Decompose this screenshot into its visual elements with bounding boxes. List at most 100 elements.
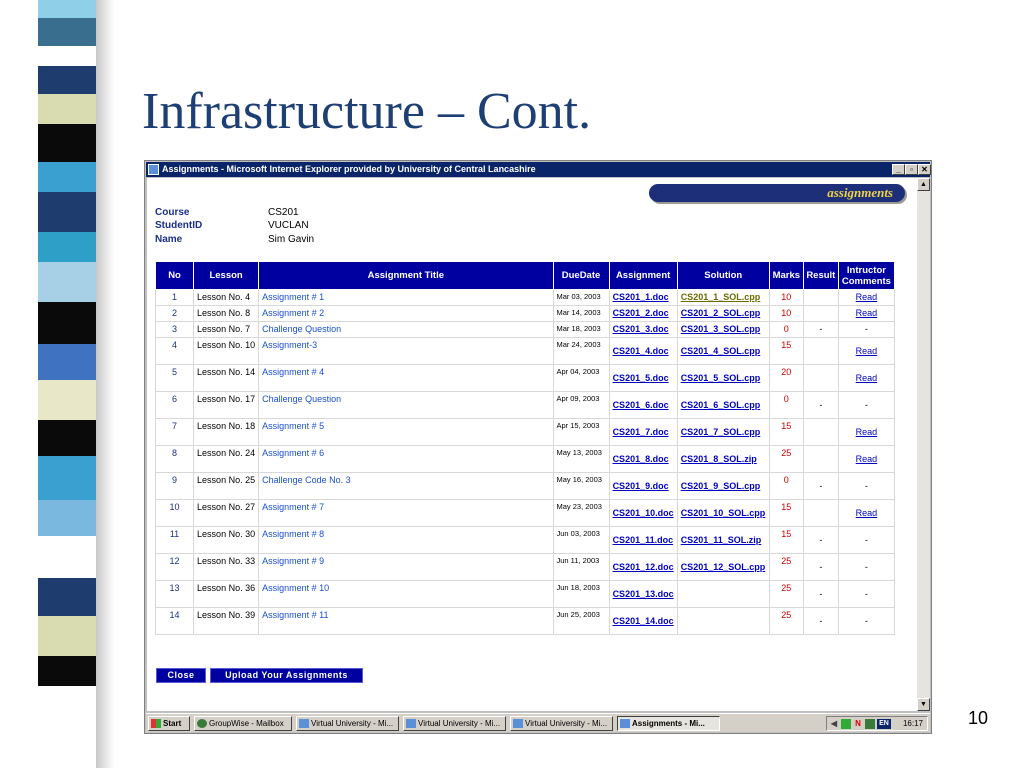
taskbar-item-virtual-university-2[interactable]: Virtual University - Mi... <box>403 716 506 731</box>
assignment-link[interactable]: CS201_4.doc <box>613 346 669 356</box>
table-row: 8 Lesson No. 24 Assignment # 6 May 13, 2003… <box>154 445 896 473</box>
groupwise-tray-icon[interactable] <box>865 719 875 729</box>
minimize-button[interactable]: _ <box>892 164 905 175</box>
solution-link[interactable]: CS201_6_SOL.cpp <box>681 400 761 410</box>
cell-assignment: CS201_3.doc <box>608 321 678 338</box>
cell-assignment-title: Assignment # 8 <box>258 526 554 554</box>
read-comments-link[interactable]: Read <box>842 346 891 356</box>
netscape-icon[interactable]: N <box>853 719 863 729</box>
solution-link[interactable]: CS201_12_SOL.cpp <box>681 562 766 572</box>
taskbar-item-label: GroupWise - Mailbox <box>209 719 284 728</box>
assignment-link[interactable]: CS201_14.doc <box>613 616 674 626</box>
solution-link[interactable]: CS201_3_SOL.cpp <box>681 324 761 334</box>
language-indicator[interactable]: EN <box>877 719 891 729</box>
assignment-link[interactable]: CS201_1.doc <box>613 292 669 302</box>
stripe-block <box>38 420 96 456</box>
taskbar-item-assignments[interactable]: Assignments - Mi... <box>617 716 720 731</box>
assignment-link[interactable]: CS201_11.doc <box>613 535 674 545</box>
solution-link[interactable]: CS201_8_SOL.zip <box>681 454 757 464</box>
read-comments-link[interactable]: Read <box>842 292 891 302</box>
cell-duedate: Mar 14, 2003 <box>552 305 610 322</box>
taskbar-item-groupwise[interactable]: GroupWise - Mailbox <box>194 716 292 731</box>
cell-result <box>802 337 839 365</box>
network-icon[interactable] <box>841 719 851 729</box>
cell-solution: CS201_9_SOL.cpp <box>676 472 770 500</box>
maximize-button[interactable]: ▫ <box>905 164 918 175</box>
cell-marks: 20 <box>768 364 804 392</box>
cell-duedate: Jun 25, 2003 <box>552 607 610 635</box>
assignment-link[interactable]: CS201_2.doc <box>613 308 669 318</box>
table-row: 9 Lesson No. 25 Challenge Code No. 3 May 16… <box>154 472 896 500</box>
assignment-link[interactable]: CS201_7.doc <box>613 427 669 437</box>
stripe-block <box>38 192 96 232</box>
cell-lesson: Lesson No. 7 <box>193 321 260 338</box>
solution-link[interactable]: CS201_1_SOL.cpp <box>681 292 761 302</box>
cell-assignment: CS201_12.doc <box>608 553 678 581</box>
result-value: - <box>819 324 823 334</box>
solution-link[interactable]: CS201_9_SOL.cpp <box>681 481 761 491</box>
solution-link[interactable]: CS201_2_SOL.cpp <box>681 308 761 318</box>
result-value: - <box>819 400 823 410</box>
stripe-block <box>38 124 96 162</box>
cell-solution: CS201_3_SOL.cpp <box>676 321 770 338</box>
read-comments-link[interactable]: Read <box>842 373 891 383</box>
assignment-link[interactable]: CS201_6.doc <box>613 400 669 410</box>
cell-assignment-title: Assignment # 9 <box>258 553 554 581</box>
stripe-block <box>38 500 96 536</box>
system-tray: ◀ N EN 16:17 <box>826 716 928 731</box>
cell-duedate: Apr 15, 2003 <box>552 418 610 446</box>
read-comments-link[interactable]: Read <box>842 454 891 464</box>
scroll-down-icon[interactable]: ▼ <box>917 698 930 711</box>
window-titlebar[interactable]: Assignments - Microsoft Internet Explore… <box>146 162 931 177</box>
cell-assignment-title: Assignment-3 <box>258 337 554 365</box>
read-comments-link[interactable]: Read <box>842 427 891 437</box>
cell-result: - <box>802 472 839 500</box>
upload-assignments-button[interactable]: Upload Your Assignments <box>210 668 363 683</box>
stripe-block <box>38 616 96 656</box>
close-window-button[interactable]: ✕ <box>918 164 931 175</box>
name-value: Sim Gavin <box>268 234 315 245</box>
cell-solution: CS201_12_SOL.cpp <box>676 553 770 581</box>
read-comments-link[interactable]: Read <box>842 308 891 318</box>
header-assignment: Assignment <box>608 261 678 290</box>
read-comments-link[interactable]: Read <box>842 508 891 518</box>
cell-comments: - <box>837 472 896 500</box>
assignments-banner: assignments <box>649 184 905 202</box>
taskbar-item-label: Virtual University - Mi... <box>418 719 501 728</box>
solution-link[interactable]: CS201_5_SOL.cpp <box>681 373 761 383</box>
assignment-link[interactable]: CS201_12.doc <box>613 562 674 572</box>
cell-marks: 25 <box>768 553 804 581</box>
vertical-scrollbar[interactable]: ▲ ▼ <box>917 178 930 711</box>
assignment-link[interactable]: CS201_8.doc <box>613 454 669 464</box>
stripe-block <box>38 262 96 302</box>
assignment-link[interactable]: CS201_3.doc <box>613 324 669 334</box>
assignment-link[interactable]: CS201_10.doc <box>613 508 674 518</box>
cell-duedate: Apr 04, 2003 <box>552 364 610 392</box>
speaker-icon[interactable]: ◀ <box>829 719 839 729</box>
stripe-block <box>38 578 96 616</box>
assignment-link[interactable]: CS201_5.doc <box>613 373 669 383</box>
cell-duedate: Mar 24, 2003 <box>552 337 610 365</box>
solution-link[interactable]: CS201_7_SOL.cpp <box>681 427 761 437</box>
solution-link[interactable]: CS201_11_SOL.zip <box>681 535 762 545</box>
assignment-link[interactable]: CS201_9.doc <box>613 481 669 491</box>
ie-icon <box>299 719 309 728</box>
cell-no: 14 <box>154 607 195 635</box>
solution-link[interactable]: CS201_4_SOL.cpp <box>681 346 761 356</box>
assignment-link[interactable]: CS201_13.doc <box>613 589 674 599</box>
close-button[interactable]: Close <box>156 668 206 683</box>
solution-link[interactable]: CS201_10_SOL.cpp <box>681 508 766 518</box>
cell-lesson: Lesson No. 33 <box>193 553 260 581</box>
cell-no: 2 <box>154 305 195 322</box>
studentid-label: StudentID <box>155 220 203 231</box>
cell-solution: CS201_4_SOL.cpp <box>676 337 770 365</box>
start-button[interactable]: Start <box>148 716 190 731</box>
cell-comments: Read <box>837 305 896 322</box>
taskbar-item-virtual-university-3[interactable]: Virtual University - Mi... <box>510 716 613 731</box>
cell-comments: - <box>837 580 896 608</box>
scroll-up-icon[interactable]: ▲ <box>917 178 930 191</box>
stripe-block <box>38 302 96 344</box>
cell-duedate: Mar 03, 2003 <box>552 289 610 306</box>
cell-marks: 15 <box>768 337 804 365</box>
taskbar-item-virtual-university-1[interactable]: Virtual University - Mi... <box>296 716 399 731</box>
